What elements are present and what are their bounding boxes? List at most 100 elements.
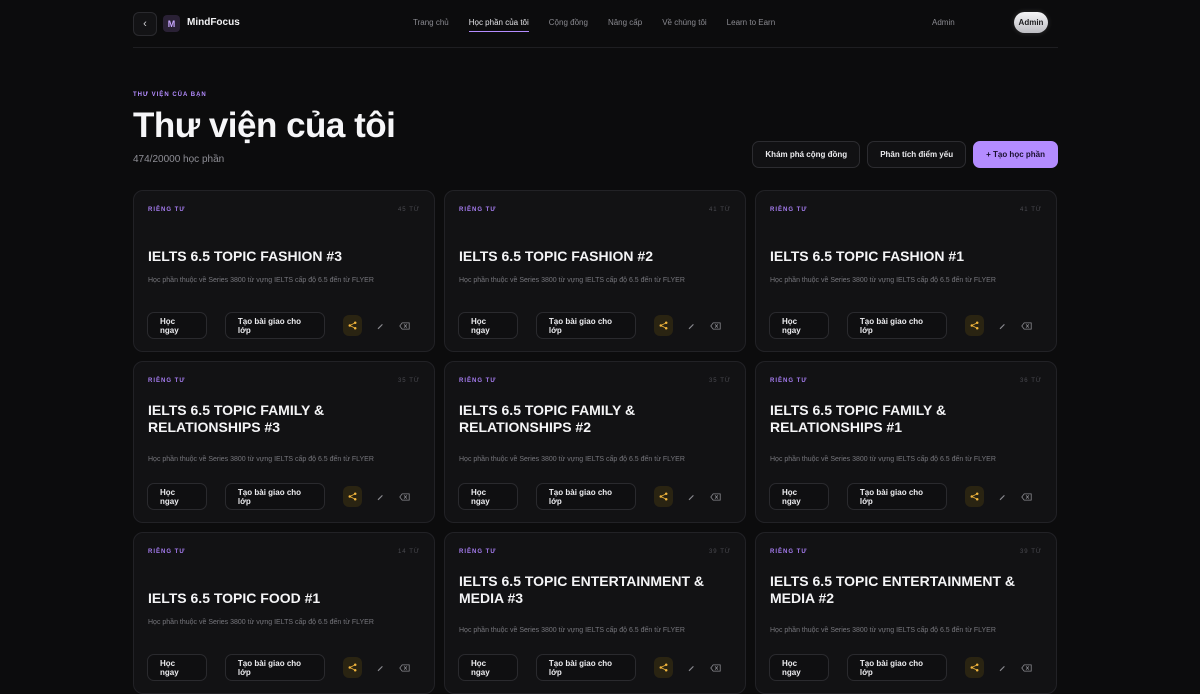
study-set-card[interactable]: RIÊNG TƯ 35 TỪ IELTS 6.5 TOPIC FAMILY & … [133,361,435,523]
term-count: 41 TỪ [1019,207,1042,213]
study-now-button[interactable]: Học ngay [769,312,829,339]
assign-class-button[interactable]: Tạo bài giao cho lớp [535,483,636,510]
term-count: 39 TỪ [1019,549,1042,555]
share-icon[interactable] [964,315,985,336]
term-count: 36 TỪ [1019,378,1042,384]
card-actions: Học ngay Tạo bài giao cho lớp [769,483,1042,510]
set-description: Học phần thuộc về Series 3800 từ vựng IE… [148,277,374,284]
pencil-icon[interactable] [370,487,389,507]
study-now-button[interactable]: Học ngay [769,483,829,510]
study-now-button[interactable]: Học ngay [458,483,518,510]
set-title[interactable]: IELTS 6.5 TOPIC FASHION #1 [770,248,1042,265]
visibility-badge: RIÊNG TƯ [770,549,808,555]
set-title[interactable]: IELTS 6.5 TOPIC FAMILY & RELATIONSHIPS #… [459,402,731,436]
nav-learn-to-earn[interactable]: Learn to Earn [727,18,775,32]
pencil-icon[interactable] [992,487,1011,507]
card-actions: Học ngay Tạo bài giao cho lớp [147,483,420,510]
study-now-button[interactable]: Học ngay [147,312,207,339]
assign-class-button[interactable]: Tạo bài giao cho lớp [535,312,636,339]
study-set-card[interactable]: RIÊNG TƯ 14 TỪ IELTS 6.5 TOPIC FOOD #1 H… [133,532,435,694]
header-actions: Khám phá cộng đồng Phân tích điểm yếu + … [752,141,1058,168]
backspace-icon[interactable] [395,487,414,507]
assign-class-button[interactable]: Tạo bài giao cho lớp [846,483,947,510]
term-count: 14 TỪ [397,549,420,555]
chevron-left-icon: ‹ [143,18,147,30]
backspace-icon[interactable] [706,487,725,507]
brand-name[interactable]: MindFocus [187,17,240,28]
pencil-icon[interactable] [370,316,389,336]
set-description: Học phần thuộc về Series 3800 từ vựng IE… [770,456,996,463]
set-title[interactable]: IELTS 6.5 TOPIC FASHION #2 [459,248,731,265]
share-icon[interactable] [342,315,363,336]
study-set-card[interactable]: RIÊNG TƯ 41 TỪ IELTS 6.5 TOPIC FASHION #… [755,190,1057,352]
study-set-card[interactable]: RIÊNG TƯ 39 TỪ IELTS 6.5 TOPIC ENTERTAIN… [755,532,1057,694]
top-nav: ‹ M MindFocus Trang chủ Học phần của tôi… [133,0,1058,48]
nav-upgrade[interactable]: Nâng cấp [608,18,642,32]
back-button[interactable]: ‹ [133,12,157,36]
nav-my-sets[interactable]: Học phần của tôi [468,18,529,32]
study-set-card[interactable]: RIÊNG TƯ 35 TỪ IELTS 6.5 TOPIC FAMILY & … [444,361,746,523]
study-set-card[interactable]: RIÊNG TƯ 41 TỪ IELTS 6.5 TOPIC FASHION #… [444,190,746,352]
set-title[interactable]: IELTS 6.5 TOPIC ENTERTAINMENT & MEDIA #2 [770,573,1042,607]
analyze-weakness-button[interactable]: Phân tích điểm yếu [867,141,967,168]
study-now-button[interactable]: Học ngay [147,483,207,510]
set-title[interactable]: IELTS 6.5 TOPIC FAMILY & RELATIONSHIPS #… [770,402,1042,436]
share-icon[interactable] [342,486,363,507]
study-set-card[interactable]: RIÊNG TƯ 45 TỪ IELTS 6.5 TOPIC FASHION #… [133,190,435,352]
set-description: Học phần thuộc về Series 3800 từ vựng IE… [459,277,685,284]
study-now-button[interactable]: Học ngay [458,654,518,681]
nav-about[interactable]: Về chúng tôi [662,18,706,32]
backspace-icon[interactable] [706,316,725,336]
card-actions: Học ngay Tạo bài giao cho lớp [769,312,1042,339]
nav-community[interactable]: Cộng đồng [549,18,588,32]
study-set-card[interactable]: RIÊNG TƯ 36 TỪ IELTS 6.5 TOPIC FAMILY & … [755,361,1057,523]
admin-avatar-button[interactable]: Admin [1014,12,1048,33]
set-title[interactable]: IELTS 6.5 TOPIC ENTERTAINMENT & MEDIA #3 [459,573,731,607]
set-count: 474/20000 học phần [133,154,225,165]
page-title: Thư viện của tôi [133,106,396,145]
backspace-icon[interactable] [395,316,414,336]
set-description: Học phần thuộc về Series 3800 từ vựng IE… [459,456,685,463]
assign-class-button[interactable]: Tạo bài giao cho lớp [535,654,636,681]
logo-icon[interactable]: M [163,15,180,32]
study-now-button[interactable]: Học ngay [458,312,518,339]
assign-class-button[interactable]: Tạo bài giao cho lớp [224,483,325,510]
set-description: Học phần thuộc về Series 3800 từ vựng IE… [770,627,996,634]
backspace-icon[interactable] [1017,316,1036,336]
assign-class-button[interactable]: Tạo bài giao cho lớp [224,312,325,339]
study-now-button[interactable]: Học ngay [147,654,207,681]
term-count: 41 TỪ [708,207,731,213]
set-description: Học phần thuộc về Series 3800 từ vựng IE… [459,627,685,634]
create-set-button[interactable]: + Tạo học phần [973,141,1058,168]
pencil-icon[interactable] [681,487,700,507]
set-title[interactable]: IELTS 6.5 TOPIC FAMILY & RELATIONSHIPS #… [148,402,420,436]
visibility-badge: RIÊNG TƯ [148,207,186,213]
explore-community-button[interactable]: Khám phá cộng đồng [752,141,861,168]
share-icon[interactable] [653,315,674,336]
backspace-icon[interactable] [1017,487,1036,507]
share-icon[interactable] [653,486,674,507]
visibility-badge: RIÊNG TƯ [459,207,497,213]
main-menu: Trang chủ Học phần của tôi Cộng đồng Nân… [413,18,795,32]
admin-link[interactable]: Admin [932,18,955,27]
term-count: 45 TỪ [397,207,420,213]
visibility-badge: RIÊNG TƯ [148,378,186,384]
set-title[interactable]: IELTS 6.5 TOPIC FOOD #1 [148,590,420,607]
study-now-button[interactable]: Học ngay [769,654,829,681]
study-set-card[interactable]: RIÊNG TƯ 39 TỪ IELTS 6.5 TOPIC ENTERTAIN… [444,532,746,694]
set-description: Học phần thuộc về Series 3800 từ vựng IE… [148,456,374,463]
assign-class-button[interactable]: Tạo bài giao cho lớp [846,312,947,339]
card-actions: Học ngay Tạo bài giao cho lớp [147,654,420,681]
assign-class-button[interactable]: Tạo bài giao cho lớp [846,654,947,681]
share-icon[interactable] [964,486,985,507]
set-title[interactable]: IELTS 6.5 TOPIC FASHION #3 [148,248,420,265]
pencil-icon[interactable] [681,316,700,336]
term-count: 39 TỪ [708,549,731,555]
visibility-badge: RIÊNG TƯ [148,549,186,555]
pencil-icon[interactable] [992,316,1011,336]
assign-class-button[interactable]: Tạo bài giao cho lớp [224,654,325,681]
card-actions: Học ngay Tạo bài giao cho lớp [147,312,420,339]
nav-home[interactable]: Trang chủ [413,18,449,32]
set-grid: RIÊNG TƯ 45 TỪ IELTS 6.5 TOPIC FASHION #… [133,190,1058,694]
card-actions: Học ngay Tạo bài giao cho lớp [769,654,1042,681]
